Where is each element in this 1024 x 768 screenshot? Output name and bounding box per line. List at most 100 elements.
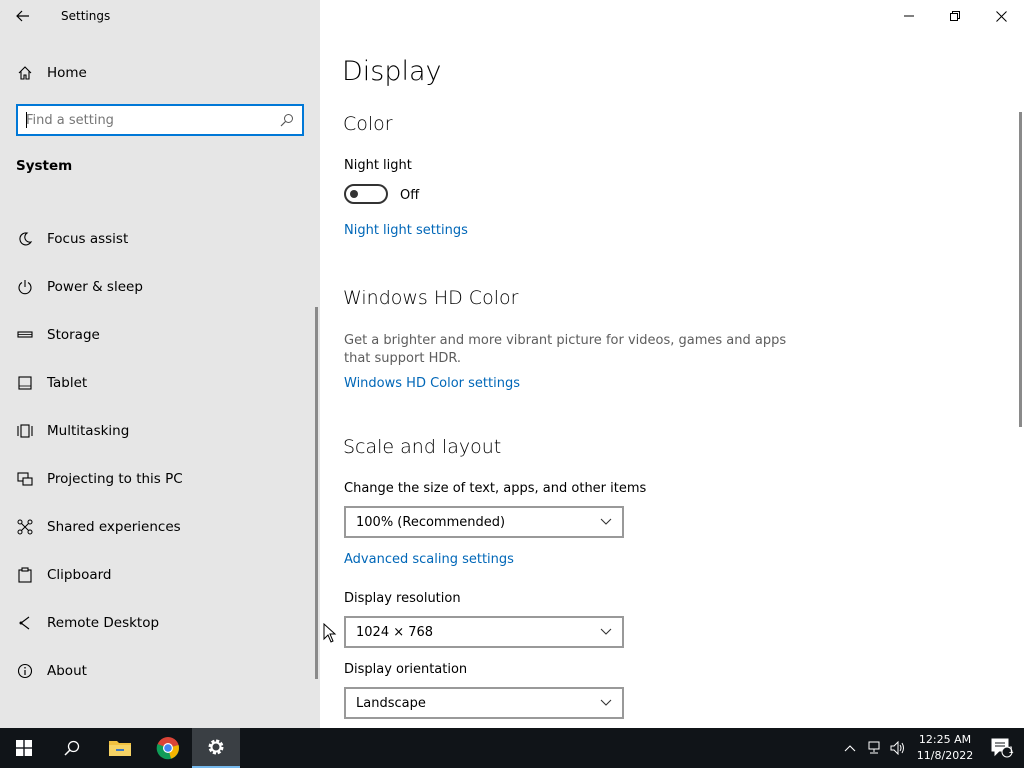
sidebar-scrollbar[interactable]	[315, 307, 318, 679]
sidebar-item-focus-assist[interactable]: Focus assist	[0, 215, 315, 263]
sidebar-item-about[interactable]: About	[0, 647, 315, 695]
back-arrow-icon	[16, 10, 29, 22]
volume-button[interactable]	[886, 728, 910, 768]
size-label: Change the size of text, apps, and other…	[344, 481, 647, 496]
network-icon	[868, 741, 880, 754]
orientation-dropdown-value: Landscape	[356, 695, 426, 711]
night-light-toggle[interactable]	[344, 184, 388, 204]
clipboard-icon	[0, 567, 47, 583]
taskbar: 12:25 AM 11/8/2022 1	[0, 728, 1024, 768]
scale-dropdown-value: 100% (Recommended)	[356, 514, 506, 530]
sidebar-item-multitasking[interactable]: Multitasking	[0, 407, 315, 455]
sidebar-item-label: Focus assist	[47, 231, 129, 247]
sidebar-item-label: Multitasking	[47, 423, 130, 439]
sidebar-item-remote-desktop[interactable]: Remote Desktop	[0, 599, 315, 647]
night-light-label: Night light	[344, 158, 412, 173]
night-light-state: Off	[400, 188, 420, 203]
info-icon	[0, 663, 47, 679]
scale-layout-heading: Scale and layout	[343, 436, 502, 458]
sidebar-nav: Focus assist Power & sleep Storage Table…	[0, 215, 315, 695]
gear-icon	[208, 739, 224, 755]
chevron-down-icon	[600, 699, 612, 706]
sidebar-item-clipboard[interactable]: Clipboard	[0, 551, 315, 599]
speaker-icon	[890, 741, 904, 755]
color-heading: Color	[343, 113, 393, 135]
search-box[interactable]	[16, 104, 304, 136]
hd-color-description: Get a brighter and more vibrant picture …	[344, 333, 787, 366]
sidebar-item-label: Tablet	[47, 375, 88, 391]
sidebar-item-tablet[interactable]: Tablet	[0, 359, 315, 407]
restore-button[interactable]	[932, 0, 978, 32]
search-icon[interactable]	[272, 113, 302, 127]
minimize-button[interactable]	[886, 0, 932, 32]
title-bar: Settings	[0, 0, 320, 32]
sidebar-item-home[interactable]: Home	[0, 56, 320, 90]
restore-icon	[950, 11, 960, 21]
home-icon	[0, 65, 47, 81]
chevron-down-icon	[600, 518, 612, 525]
home-label: Home	[47, 65, 87, 81]
folder-icon	[109, 741, 131, 756]
storage-icon	[0, 327, 47, 343]
taskbar-settings[interactable]	[192, 728, 240, 768]
taskbar-search-button[interactable]	[48, 728, 96, 768]
sidebar-item-label: About	[47, 663, 87, 679]
night-light-settings-link[interactable]: Night light settings	[344, 223, 468, 238]
sidebar-item-power-sleep[interactable]: Power & sleep	[0, 263, 315, 311]
close-button[interactable]	[978, 0, 1024, 32]
orientation-dropdown[interactable]: Landscape	[344, 687, 624, 719]
mouse-cursor-icon	[323, 623, 337, 643]
power-icon	[0, 279, 47, 295]
windows-logo-icon	[16, 740, 32, 756]
taskbar-clock[interactable]: 12:25 AM 11/8/2022	[910, 732, 980, 764]
chrome-icon	[156, 737, 180, 760]
start-button[interactable]	[0, 728, 48, 768]
clock-date: 11/8/2022	[916, 749, 974, 762]
resolution-dropdown-value: 1024 × 768	[356, 624, 434, 640]
moon-icon	[0, 231, 47, 247]
sidebar-item-storage[interactable]: Storage	[0, 311, 315, 359]
search-input[interactable]	[26, 112, 272, 128]
section-title: System	[16, 158, 73, 174]
sidebar-item-label: Remote Desktop	[47, 615, 160, 631]
advanced-scaling-link[interactable]: Advanced scaling settings	[344, 552, 514, 567]
sidebar-item-label: Clipboard	[47, 567, 112, 583]
close-icon	[995, 10, 1007, 22]
chevron-down-icon	[600, 628, 612, 635]
sidebar-item-label: Storage	[47, 327, 100, 343]
hd-color-settings-link[interactable]: Windows HD Color settings	[344, 376, 520, 391]
remote-desktop-icon	[0, 615, 47, 631]
sidebar-item-label: Shared experiences	[47, 519, 181, 535]
multitasking-icon	[0, 423, 47, 439]
orientation-label: Display orientation	[344, 662, 468, 677]
network-button[interactable]	[862, 728, 886, 768]
sidebar-item-projecting[interactable]: Projecting to this PC	[0, 455, 315, 503]
scale-dropdown[interactable]: 100% (Recommended)	[344, 506, 624, 538]
toggle-knob	[350, 190, 358, 198]
sidebar-item-label: Power & sleep	[47, 279, 143, 295]
main-content: Display Color Night light Off Night ligh…	[320, 0, 1024, 728]
app-title: Settings	[61, 9, 111, 23]
tablet-icon	[0, 375, 47, 391]
search-icon	[64, 740, 80, 756]
action-center-button[interactable]: 1	[980, 728, 1024, 768]
show-hidden-icons-button[interactable]	[838, 728, 862, 768]
chevron-up-icon	[844, 745, 856, 752]
back-button[interactable]	[0, 0, 46, 32]
projecting-icon	[0, 471, 47, 487]
minimize-icon	[904, 15, 914, 17]
system-tray: 12:25 AM 11/8/2022 1	[838, 728, 1024, 768]
clock-time: 12:25 AM	[918, 733, 972, 746]
window-controls	[886, 0, 1024, 32]
page-title: Display	[342, 56, 442, 87]
taskbar-chrome[interactable]	[144, 728, 192, 768]
taskbar-file-explorer[interactable]	[96, 728, 144, 768]
shared-experiences-icon	[0, 519, 47, 535]
resolution-dropdown[interactable]: 1024 × 768	[344, 616, 624, 648]
main-scrollbar[interactable]	[1019, 112, 1022, 427]
hd-color-heading: Windows HD Color	[343, 287, 519, 309]
sidebar: Settings Home System Focus assist Power …	[0, 0, 320, 728]
sidebar-item-label: Projecting to this PC	[47, 471, 183, 487]
sidebar-item-shared-experiences[interactable]: Shared experiences	[0, 503, 315, 551]
notification-count-badge: 1	[1008, 746, 1014, 756]
